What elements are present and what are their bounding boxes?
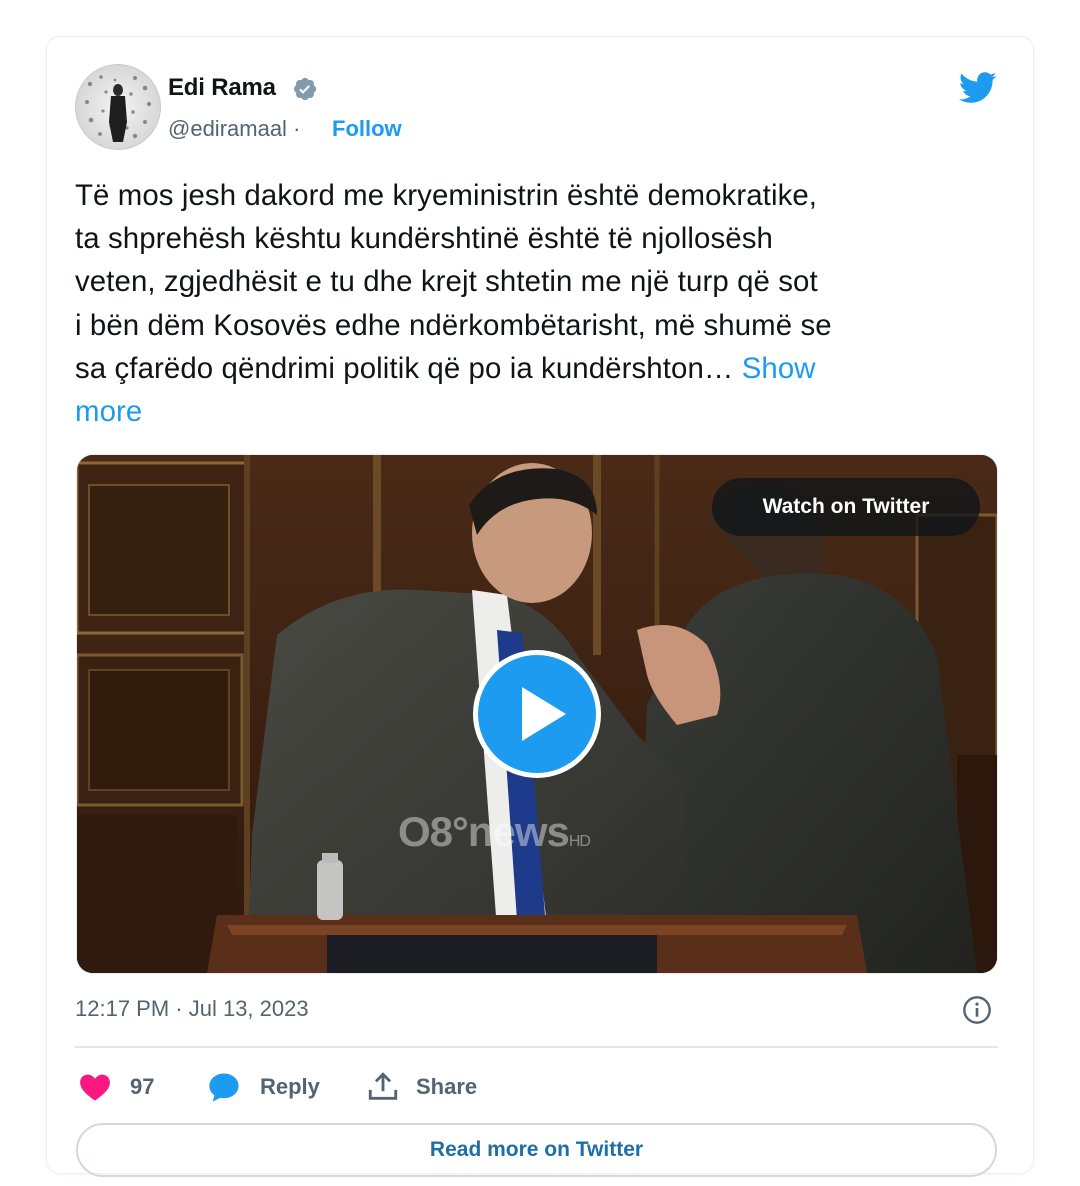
watermark-text: O8°news — [398, 808, 570, 855]
show-more-link[interactable]: more — [75, 395, 142, 428]
watermark-suffix: HD — [568, 833, 591, 850]
show-more-link[interactable]: Show — [742, 352, 816, 385]
tweet-line: Të mos jesh dakord me kryeministrin ësht… — [75, 179, 818, 212]
handle-text: @ediramaal — [168, 116, 287, 141]
tweet-line: veten, zgjedhësit e tu dhe krejt shtetin… — [75, 265, 818, 299]
share-button[interactable]: Share — [366, 1067, 477, 1107]
twitter-bird-icon[interactable] — [957, 68, 999, 106]
video-watermark: O8°newsHD — [398, 808, 591, 856]
tweet-line: i bën dëm Kosovës edhe ndërkombëtarisht,… — [75, 308, 832, 342]
author-name[interactable]: Edi Rama — [168, 74, 276, 102]
heart-icon — [80, 1074, 110, 1101]
reply-button[interactable]: Reply — [206, 1067, 320, 1107]
share-label: Share — [416, 1074, 478, 1099]
share-icon — [368, 1072, 398, 1100]
author-handle: @ediramaal · — [168, 116, 300, 142]
tweet-line: sa çfarëdo qëndrimi politik që po ia kun… — [75, 351, 734, 385]
play-icon — [522, 687, 566, 741]
play-button[interactable] — [478, 655, 596, 773]
divider — [75, 1046, 998, 1048]
read-more-on-twitter-button[interactable]: Read more on Twitter — [76, 1123, 997, 1177]
follow-link[interactable]: Follow — [332, 116, 402, 142]
verified-badge-icon — [293, 77, 317, 101]
reply-bubble-icon — [209, 1073, 239, 1102]
handle-separator: · — [293, 116, 301, 141]
like-button[interactable]: 97 — [78, 1067, 154, 1107]
like-count: 97 — [130, 1074, 155, 1099]
watch-on-twitter-button[interactable]: Watch on Twitter — [712, 478, 980, 536]
tweet-text: Të mos jesh dakord me kryeministrin ësht… — [75, 174, 1005, 433]
info-icon[interactable] — [961, 994, 993, 1026]
tweet-timestamp[interactable]: 12:17 PM · Jul 13, 2023 — [75, 996, 309, 1022]
reply-label: Reply — [260, 1074, 320, 1099]
tweet-line: ta shprehësh kështu kundërshtinë është t… — [75, 222, 773, 256]
author-avatar[interactable] — [75, 64, 161, 150]
